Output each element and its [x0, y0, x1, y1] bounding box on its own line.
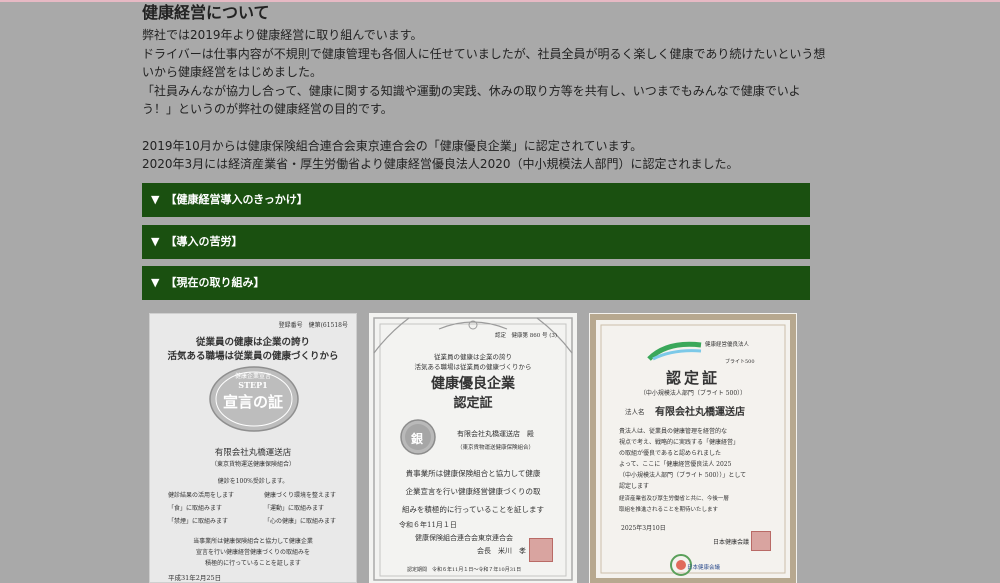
certificate-health-declaration: 登録番号 健第(61518号 従業員の健康は企業の誇り 活気ある職場は従業員の健…: [149, 313, 357, 583]
cert-number: 認定 健康第 860 号 (3): [494, 333, 557, 339]
company-label: 法人名: [625, 408, 645, 416]
accordion-label: 【現在の取り組み】: [165, 276, 265, 289]
intro-line: いから健康経営をはじめました。: [142, 65, 323, 79]
cert-date: 令和６年11月１日: [399, 521, 457, 529]
cert-category: （中小規模法人部門（ブライト 500））: [639, 390, 747, 397]
accordion-motivation[interactable]: ▼ 【健康経営導入のきっかけ】: [142, 183, 810, 217]
company-name: 有限会社丸橋運送店: [214, 448, 292, 458]
intro-line: ドライバーは仕事内容が不規則で健康管理も各個人に任せていましたが、社員全員が明る…: [142, 46, 826, 61]
intro-line: 弊社では2019年より健康経営に取り組んでいます。: [142, 28, 423, 42]
cert-footer: 当事業所は健康保険組合と協力して健康企業: [193, 538, 313, 545]
issuing-org: 健康保険組合連合会東京連合会: [415, 534, 513, 542]
checkup-item: 健康づくり環境を整えます: [264, 492, 337, 499]
official-seal-icon: [751, 531, 771, 551]
cert-line: 2019年10月からは健康保険組合連合会東京連合会の「健康優良企業」に認定されて…: [142, 138, 643, 153]
cert-line: 2020年3月には経済産業省・厚生労働省より健康経営優良法人2020（中小規模法…: [142, 157, 739, 171]
checkup-item: 「心の健康」に取組みます: [264, 518, 337, 525]
triangle-down-icon: ▼: [151, 276, 160, 289]
cert-body: 貴事業所は健康保険組合と協力して健康: [405, 469, 541, 478]
cert-footer: 積極的に行っていることを証します: [205, 560, 301, 567]
cert-body: （中小規模法人部門（ブライト 500））」として: [619, 472, 747, 479]
company-name: 有限会社丸橋運送店: [655, 407, 745, 418]
cert-title: 健康優良企業: [431, 376, 515, 392]
checkup-item: 「食」に取組みます: [168, 505, 223, 512]
checkup-item: 「運動」に取組みます: [264, 505, 325, 512]
accordion-label: 【健康経営導入のきっかけ】: [165, 193, 308, 206]
brand-subtitle: ブライト500: [725, 359, 755, 365]
cert-body: よって、ここに「健康経営優良法人 2025: [619, 461, 732, 468]
intro-line: 「社員みんなが協力し合って、健康に関する知識や運動の実践、休みの取り方等を共有し…: [142, 83, 801, 98]
cert-body: 貴法人は、従業員の健康管理を経営的な: [619, 428, 728, 435]
intro-line: う！」というのが弊社の健康経営の目的です。: [142, 102, 393, 116]
checkup-item: 健診結果の活用をします: [168, 492, 235, 499]
triangle-down-icon: ▼: [151, 193, 160, 206]
registration-number: 登録番号 健第(61518号: [278, 322, 348, 329]
cert-date: 2025年3月10日: [621, 525, 666, 532]
cert-body: の取組が優良であると認められました: [619, 450, 721, 457]
cert-title: 認定証: [665, 369, 720, 387]
cert-line: 従業員の健康は企業の誇り: [434, 353, 512, 361]
brand-title: 健康経営優良法人: [705, 342, 750, 348]
union-name: （東京貨物運送健康保険組合）: [210, 461, 295, 468]
health-management-section: 健康経営について 弊社では2019年より健康経営に取り組んでいます。 ドライバー…: [142, 2, 826, 174]
triangle-down-icon: ▼: [151, 235, 160, 248]
union-name: （東京貨物運送健康保険組合）: [457, 445, 535, 451]
badge-caption: 健康企業宣言: [234, 373, 271, 380]
cert-period: 認定期間 令和６年11月１日〜令和７年10月31日: [407, 567, 522, 573]
cert-body: 視点で考え、戦略的に実践する「健康経営」: [619, 439, 740, 446]
logo-text: 日本健康会議: [687, 565, 721, 571]
cert-body: 認定します: [619, 483, 650, 490]
certificate-excellent-company: 認定 健康第 860 号 (3) 従業員の健康は企業の誇り 活気ある職場は従業員…: [369, 313, 577, 583]
checkup-item: 健診を100%受診します。: [217, 478, 289, 485]
bright500-logo-icon: [647, 341, 702, 361]
accordion-difficulties[interactable]: ▼ 【導入の苦労】: [142, 225, 810, 259]
cert-subtitle: 認定証: [453, 396, 493, 411]
company-name: 有限会社丸橋運送店 殿: [457, 430, 534, 438]
checkup-item: 「禁煙」に取組みます: [168, 518, 229, 525]
cert-body: 経済産業省及び厚生労働省と共に、今後一層: [619, 496, 729, 502]
badge-step: STEP1: [238, 380, 268, 390]
intro-text: 弊社では2019年より健康経営に取り組んでいます。 ドライバーは仕事内容が不規則…: [142, 26, 826, 174]
cert-body: 企業宣言を行い健康経営健康づくりの取: [405, 487, 541, 496]
cert-line: 活気ある職場は従業員の健康づくりから: [167, 351, 339, 362]
cert-footer: 宣言を行い健康経営健康づくりの取組みを: [195, 549, 310, 556]
issuing-org: 日本健康会議: [713, 539, 750, 546]
cert-line: 従業員の健康は企業の誇り: [195, 337, 310, 348]
medal-label: 銀: [411, 432, 424, 446]
cert-body: 取組を推進されることを期待いたします: [619, 507, 719, 513]
accordion-current-efforts[interactable]: ▼ 【現在の取り組み】: [142, 266, 810, 300]
official-seal-icon: [529, 538, 553, 562]
accordion-label: 【導入の苦労】: [165, 235, 243, 248]
section-title: 健康経営について: [142, 3, 270, 22]
certificate-bright500: 健康経営優良法人 ブライト500 認定証 （中小規模法人部門（ブライト 500）…: [589, 313, 797, 583]
chairman: 会長 米川 孝: [477, 547, 526, 555]
cert-line: 活気ある職場は従業員の健康づくりから: [414, 363, 532, 371]
cert-date: 平成31年2月25日: [168, 574, 222, 582]
cert-body: 組みを積極的に行っていることを証します: [401, 505, 545, 514]
badge-title: 宣言の証: [222, 393, 283, 411]
